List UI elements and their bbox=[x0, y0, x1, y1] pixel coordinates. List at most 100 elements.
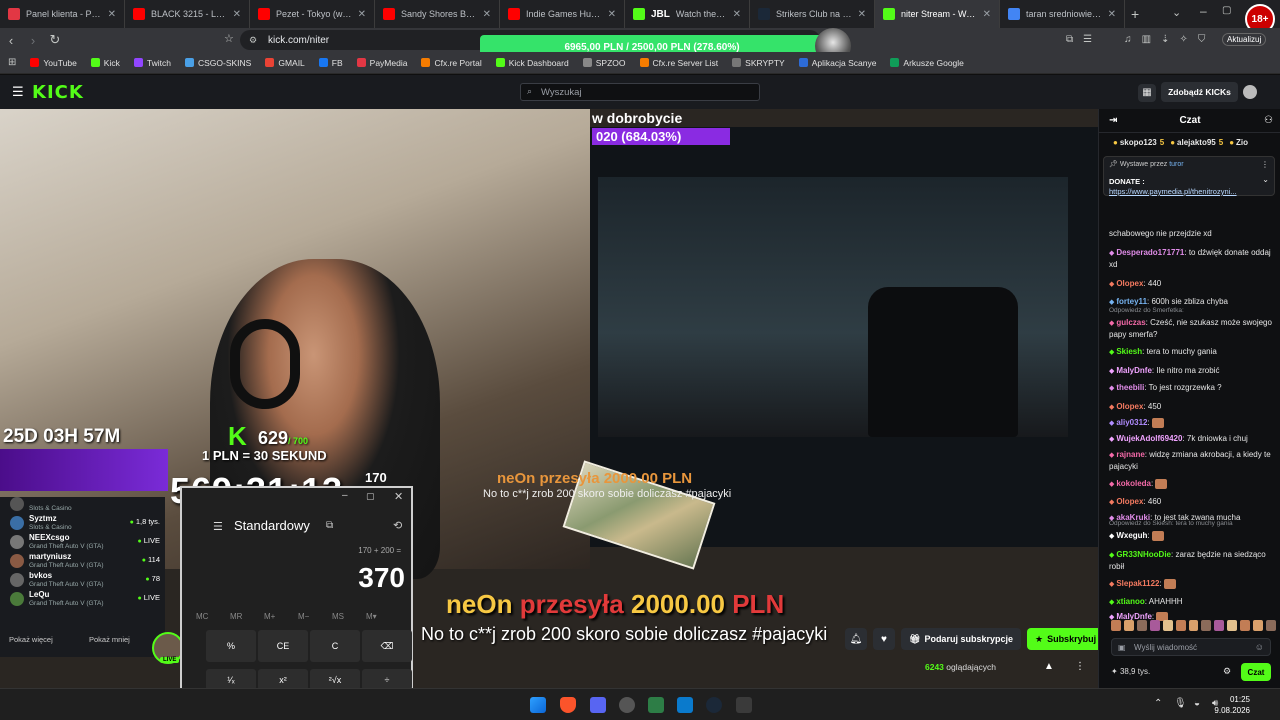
browser-tab[interactable]: JBL Watch the VOD o ✕ bbox=[625, 0, 750, 28]
get-kicks-button[interactable]: Zdobądź KICKs bbox=[1161, 82, 1238, 102]
emote-icon[interactable] bbox=[1214, 620, 1225, 631]
bookmark-item[interactable]: Arkusze Google bbox=[890, 58, 964, 68]
browser-tab[interactable]: taran sredniowiecze - Szu ✕ bbox=[1000, 0, 1125, 28]
keep-on-top-icon[interactable]: ⧉ bbox=[326, 520, 333, 531]
follow-heart-icon[interactable]: ♥ bbox=[873, 628, 895, 650]
chat-message[interactable]: ◆ gulczas: Cześć, nie szukasz może swoje… bbox=[1109, 317, 1274, 340]
calculator-window[interactable]: – ▢ ✕ ☰ Standardowy ⧉ ⟲ 170 + 200 = 370 … bbox=[180, 486, 413, 690]
emote-icon[interactable] bbox=[1227, 620, 1238, 631]
subscribe-button[interactable]: ★ Subskrybuj bbox=[1026, 628, 1105, 650]
chat-username[interactable]: MalyDnfe bbox=[1116, 366, 1152, 375]
emote-icon[interactable] bbox=[1188, 620, 1199, 631]
maximize-icon[interactable]: ▢ bbox=[1222, 5, 1231, 16]
tray-chevron-icon[interactable]: ⌃ bbox=[1154, 698, 1162, 709]
emote-icon[interactable] bbox=[1123, 620, 1134, 631]
collapse-chat-icon[interactable]: ⇥ bbox=[1109, 115, 1117, 126]
chat-username[interactable]: Olopex bbox=[1116, 497, 1143, 506]
bookmark-item[interactable]: Kick bbox=[90, 58, 120, 68]
calc-key[interactable]: x² bbox=[258, 669, 308, 690]
calc-key[interactable]: ²√x bbox=[310, 669, 360, 690]
calc-key[interactable]: ÷ bbox=[362, 669, 412, 690]
followed-channel[interactable]: martyniuszGrand Theft Auto V (GTA) 114 bbox=[10, 551, 160, 572]
pinned-link[interactable]: https://www.paymedia.pl/thenitrozyni... bbox=[1109, 187, 1269, 196]
chat-username[interactable]: WujekAdolf69420 bbox=[1116, 434, 1182, 443]
followed-channel[interactable]: NEEXcsgoGrand Theft Auto V (GTA) LIVE bbox=[10, 532, 160, 553]
chat-username[interactable]: Olopex bbox=[1116, 279, 1143, 288]
emote-icon[interactable] bbox=[1201, 620, 1212, 631]
tab-close-icon[interactable]: ✕ bbox=[108, 9, 116, 20]
calc-menu-icon[interactable]: ☰ bbox=[213, 520, 223, 533]
bookmark-star-icon[interactable]: ☆ bbox=[224, 32, 234, 45]
tab-close-icon[interactable]: ✕ bbox=[733, 9, 741, 20]
chevron-down-icon[interactable]: ⌄ bbox=[1172, 6, 1181, 19]
chat-message[interactable]: ◆ Skiesh: tera to muchy gania bbox=[1109, 346, 1274, 358]
reply-context[interactable]: Odpowiedz do Skiesh: tera to muchy gania bbox=[1109, 520, 1233, 527]
tab-close-icon[interactable]: ✕ bbox=[858, 9, 866, 20]
chat-message[interactable]: ◆ xtianoo: AHAHHH bbox=[1109, 596, 1274, 608]
browser-tab[interactable]: Indie Games Hub - YouTube ✕ bbox=[500, 0, 625, 28]
microphone-icon[interactable]: 🎙︎ bbox=[1174, 698, 1187, 709]
calc-key[interactable]: % bbox=[206, 630, 256, 662]
chat-username[interactable]: gulczas bbox=[1116, 318, 1145, 327]
chat-username[interactable]: xtianoo bbox=[1116, 597, 1144, 606]
chat-username[interactable]: Desperado171771 bbox=[1116, 248, 1184, 257]
pinned-message[interactable]: 📌︎ Wystawe przez turor ⋮ DONATE : https:… bbox=[1103, 156, 1275, 196]
calc-key[interactable]: CE bbox=[258, 630, 308, 662]
followed-channel[interactable]: SyztmzSlots & Casino 1,8 tys. bbox=[10, 513, 160, 534]
leaderboard-entry[interactable]: ● alejakto95 5 bbox=[1170, 138, 1223, 147]
calc-memory-button[interactable]: MS bbox=[332, 612, 344, 621]
chat-send-button[interactable]: Czat bbox=[1241, 663, 1271, 681]
bookmark-item[interactable]: Aplikacja Scanye bbox=[798, 58, 876, 68]
bookmark-item[interactable]: SKRYPTY bbox=[732, 58, 785, 68]
chat-username[interactable]: rajnane bbox=[1116, 450, 1144, 459]
bookmark-item[interactable]: SPZOO bbox=[582, 58, 626, 68]
emote-icon[interactable] bbox=[1162, 620, 1173, 631]
steam-icon[interactable] bbox=[706, 697, 722, 713]
discord-icon[interactable] bbox=[590, 697, 606, 713]
chat-username[interactable]: Wxeguh bbox=[1116, 531, 1147, 540]
bookmark-item[interactable]: PayMedia bbox=[356, 58, 407, 68]
show-more-link[interactable]: Pokaż więcej bbox=[9, 635, 53, 644]
extensions-icon[interactable]: ⧉ bbox=[1066, 34, 1073, 45]
chat-username[interactable]: fortey11 bbox=[1116, 297, 1147, 306]
chat-username[interactable]: Olopex bbox=[1116, 402, 1143, 411]
calc-close-icon[interactable]: ✕ bbox=[394, 490, 403, 503]
reply-context[interactable]: Odpowiedz do Smerfetka: bbox=[1109, 307, 1184, 314]
windows-start-icon[interactable] bbox=[530, 697, 546, 713]
chat-message[interactable]: ◆ WujekAdolf69420: 7k dniowka i chuj bbox=[1109, 433, 1274, 445]
chat-message[interactable]: ◆ Desperado171771: to dźwięk donate odda… bbox=[1109, 247, 1274, 270]
chat-message[interactable]: ◆ Olopex: 450 bbox=[1109, 401, 1274, 413]
pin-expand-icon[interactable]: ⌄ bbox=[1262, 175, 1269, 184]
pin-options-icon[interactable]: ⋮ bbox=[1261, 160, 1269, 169]
sidebar-icon[interactable]: ▥ bbox=[1142, 34, 1151, 45]
downloads-icon[interactable]: ⇣ bbox=[1161, 34, 1169, 45]
tab-close-icon[interactable]: ✕ bbox=[358, 9, 366, 20]
brave-browser-icon[interactable] bbox=[560, 697, 576, 713]
browser-tab[interactable]: niter Stream - Watch ✕ bbox=[875, 0, 1000, 28]
back-icon[interactable]: ‹ bbox=[0, 33, 22, 48]
network-icon[interactable]: ◒ bbox=[1194, 698, 1200, 709]
search-input[interactable]: ⌕ Wyszukaj bbox=[520, 83, 760, 101]
layout-icon[interactable]: ▦ bbox=[1138, 84, 1156, 102]
reload-icon[interactable]: ↻ bbox=[44, 32, 66, 48]
kick-logo[interactable]: KICK bbox=[32, 82, 84, 103]
music-icon[interactable]: ♫ bbox=[1124, 34, 1132, 45]
tab-close-icon[interactable]: ✕ bbox=[608, 9, 616, 20]
bookmark-item[interactable]: CSGO-SKINS bbox=[184, 58, 251, 68]
bookmark-item[interactable]: Twitch bbox=[133, 58, 171, 68]
site-info-icon[interactable]: ⚙ bbox=[249, 35, 257, 46]
bookmark-item[interactable]: Kick Dashboard bbox=[495, 58, 569, 68]
chat-message[interactable]: ◆ aliy0312: bbox=[1109, 417, 1274, 429]
followed-channel[interactable]: bvkosGrand Theft Auto V (GTA) 78 bbox=[10, 570, 160, 591]
tab-close-icon[interactable]: ✕ bbox=[483, 9, 491, 20]
calc-key[interactable]: ¹⁄ₓ bbox=[206, 669, 256, 690]
browser-tab[interactable]: Pezet - Tokyo (współczesny ✕ bbox=[250, 0, 375, 28]
reading-list-icon[interactable]: ☰ bbox=[1083, 34, 1092, 45]
chat-message[interactable]: ◆ Olopex: 440 bbox=[1109, 278, 1274, 290]
browser-tab[interactable]: BLACK 3215 - LOVESTORY ✕ bbox=[125, 0, 250, 28]
chat-message[interactable]: ◆ Olopex: 460 bbox=[1109, 496, 1274, 508]
emote-icon[interactable] bbox=[1136, 620, 1147, 631]
bookmark-item[interactable]: GMAIL bbox=[265, 58, 305, 68]
update-button[interactable]: Aktualizuj bbox=[1222, 33, 1267, 46]
notification-bell-icon[interactable]: 🔔︎ bbox=[845, 628, 867, 650]
